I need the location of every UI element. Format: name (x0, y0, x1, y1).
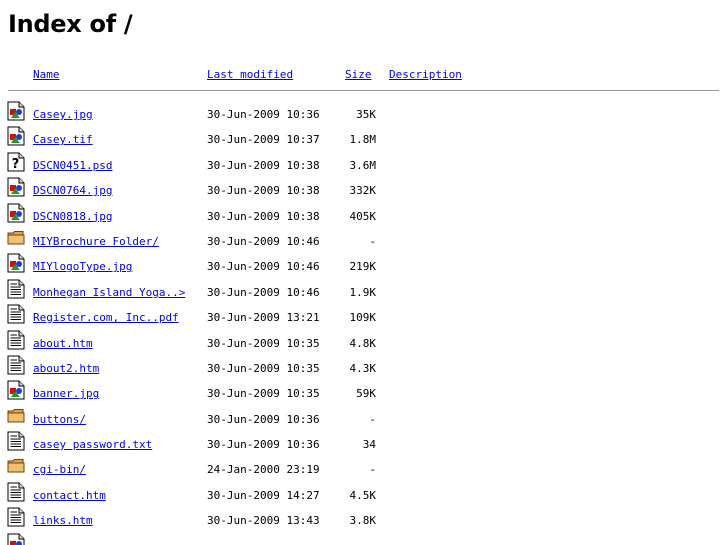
table-row: about.htm 30-Jun-2009 10:35 4.8K (0, 330, 727, 355)
file-name-link[interactable]: contact.htm (33, 489, 106, 503)
file-size: 34 (362, 438, 376, 452)
table-row: Register.com, Inc..pdf 30-Jun-2009 13:21 1… (0, 304, 727, 329)
last-modified: 30-Jun-2009 13:21 (207, 311, 320, 325)
last-modified: 30-Jun-2009 10:36 (207, 438, 320, 452)
last-modified: 30-Jun-2009 10:35 (207, 336, 320, 350)
image-icon (7, 380, 25, 400)
file-size: 4.3K (349, 361, 377, 375)
last-modified: 30-Jun-2009 10:37 (207, 133, 320, 147)
image-icon (7, 126, 25, 146)
file-name-link[interactable]: banner.jpg (33, 387, 99, 401)
file-size: 332K (349, 184, 377, 198)
image-icon (7, 253, 25, 273)
image-icon (7, 533, 25, 545)
file-size: - (369, 412, 376, 426)
text-file-icon (7, 507, 25, 527)
table-row: Casey.tif 30-Jun-2009 10:37 1.8M (0, 126, 727, 151)
file-name-link[interactable]: casey password.txt (33, 438, 152, 452)
file-listing: Casey.jpg 30-Jun-2009 10:36 35K Casey.tif 30… (0, 101, 727, 545)
page-title: Index of / (8, 10, 133, 38)
table-row: MIYlogoType.jpg 30-Jun-2009 10:46 219K (0, 253, 727, 278)
text-file-icon (7, 330, 25, 350)
file-size: 3.8K (349, 514, 377, 528)
table-row: links.htm 30-Jun-2009 13:43 3.8K (0, 507, 727, 532)
unknown-file-icon: ? (7, 152, 25, 172)
file-name-link[interactable]: Casey.jpg (33, 108, 93, 122)
table-row: Monhegan Island Yoga..> 30-Jun-2009 10:46… (0, 279, 727, 304)
table-row: buttons/30-Jun-2009 10:36 - (0, 406, 727, 431)
last-modified: 30-Jun-2009 13:43 (207, 514, 320, 528)
file-name-link[interactable]: about.htm (33, 337, 93, 351)
file-size: - (369, 234, 376, 248)
file-name-link[interactable]: buttons/ (33, 413, 86, 427)
file-size: 4.5K (349, 488, 377, 502)
table-row: DSCN0764.jpg 30-Jun-2009 10:38 332K (0, 177, 727, 202)
column-header-size[interactable]: Size (345, 68, 372, 82)
file-size: 405K (349, 209, 377, 223)
table-row: banner.jpg 30-Jun-2009 10:35 59K (0, 380, 727, 405)
file-name-link[interactable]: cgi-bin/ (33, 463, 86, 477)
last-modified: 30-Jun-2009 10:46 (207, 234, 320, 248)
header-divider (8, 90, 719, 91)
column-header-description[interactable]: Description (389, 68, 462, 82)
file-size: 59K (356, 387, 376, 401)
file-size: 1.9K (349, 285, 377, 299)
image-icon (7, 177, 25, 197)
table-row: DSCN0818.jpg 30-Jun-2009 10:38 405K (0, 203, 727, 228)
file-name-link[interactable]: MIYBrochure Folder/ (33, 235, 159, 249)
file-size: 4.8K (349, 336, 377, 350)
file-name-link[interactable]: DSCN0764.jpg (33, 184, 112, 198)
text-file-icon (7, 279, 25, 299)
file-size: 219K (349, 260, 377, 274)
image-icon (7, 101, 25, 121)
table-row: contact.htm 30-Jun-2009 14:27 4.5K (0, 482, 727, 507)
column-header-last-modified[interactable]: Last modified (207, 68, 293, 82)
last-modified: 30-Jun-2009 10:35 (207, 387, 320, 401)
text-file-icon (7, 482, 25, 502)
file-name-link[interactable]: DSCN0451.psd (33, 159, 112, 173)
last-modified: 30-Jun-2009 10:46 (207, 285, 320, 299)
file-name-link[interactable]: about2.htm (33, 362, 99, 376)
text-file-icon (7, 431, 25, 451)
file-size: 35K (356, 108, 376, 121)
last-modified: 30-Jun-2009 10:38 (207, 209, 320, 223)
file-name-link[interactable]: DSCN0818.jpg (33, 210, 112, 224)
file-name-link[interactable]: MIYlogoType.jpg (33, 260, 132, 274)
table-row: cgi-bin/24-Jan-2000 23:19 - (0, 456, 727, 481)
last-modified: 30-Jun-2009 10:35 (207, 361, 320, 375)
column-header-name[interactable]: Name (33, 68, 60, 82)
last-modified: 30-Jun-2009 10:38 (207, 184, 320, 198)
last-modified: 30-Jun-2009 10:36 (207, 412, 320, 426)
last-modified: 30-Jun-2009 10:36 (207, 108, 320, 121)
last-modified: 30-Jun-2009 10:46 (207, 260, 320, 274)
file-size: - (369, 463, 376, 477)
table-row: ? DSCN0451.psd 30-Jun-2009 10:38 3.6M (0, 152, 727, 177)
svg-text:?: ? (12, 157, 20, 172)
text-file-icon (7, 304, 25, 324)
image-icon (7, 203, 25, 223)
table-row: about2.htm 30-Jun-2009 10:35 4.3K (0, 355, 727, 380)
last-modified: 30-Jun-2009 10:38 (207, 158, 320, 172)
folder-icon (7, 456, 25, 476)
file-name-link[interactable]: Monhegan Island Yoga..> (33, 286, 185, 300)
file-name-link[interactable]: Register.com, Inc..pdf (33, 311, 179, 325)
text-file-icon (7, 355, 25, 375)
last-modified: 24-Jan-2000 23:19 (207, 463, 320, 477)
table-row: casey password.txt 30-Jun-2009 10:36 34 (0, 431, 727, 456)
folder-icon (7, 406, 25, 426)
folder-icon (7, 228, 25, 248)
last-modified: 30-Jun-2009 14:27 (207, 488, 320, 502)
file-size: 1.8M (349, 133, 377, 147)
file-size: 109K (349, 311, 377, 325)
file-name-link[interactable]: links.htm (33, 514, 93, 528)
file-size: 3.6M (349, 158, 377, 172)
table-row: Casey.jpg 30-Jun-2009 10:36 35K (0, 101, 727, 126)
file-name-link[interactable]: Casey.tif (33, 133, 93, 147)
table-row (0, 533, 727, 545)
table-row: MIYBrochure Folder/30-Jun-2009 10:46 - (0, 228, 727, 253)
